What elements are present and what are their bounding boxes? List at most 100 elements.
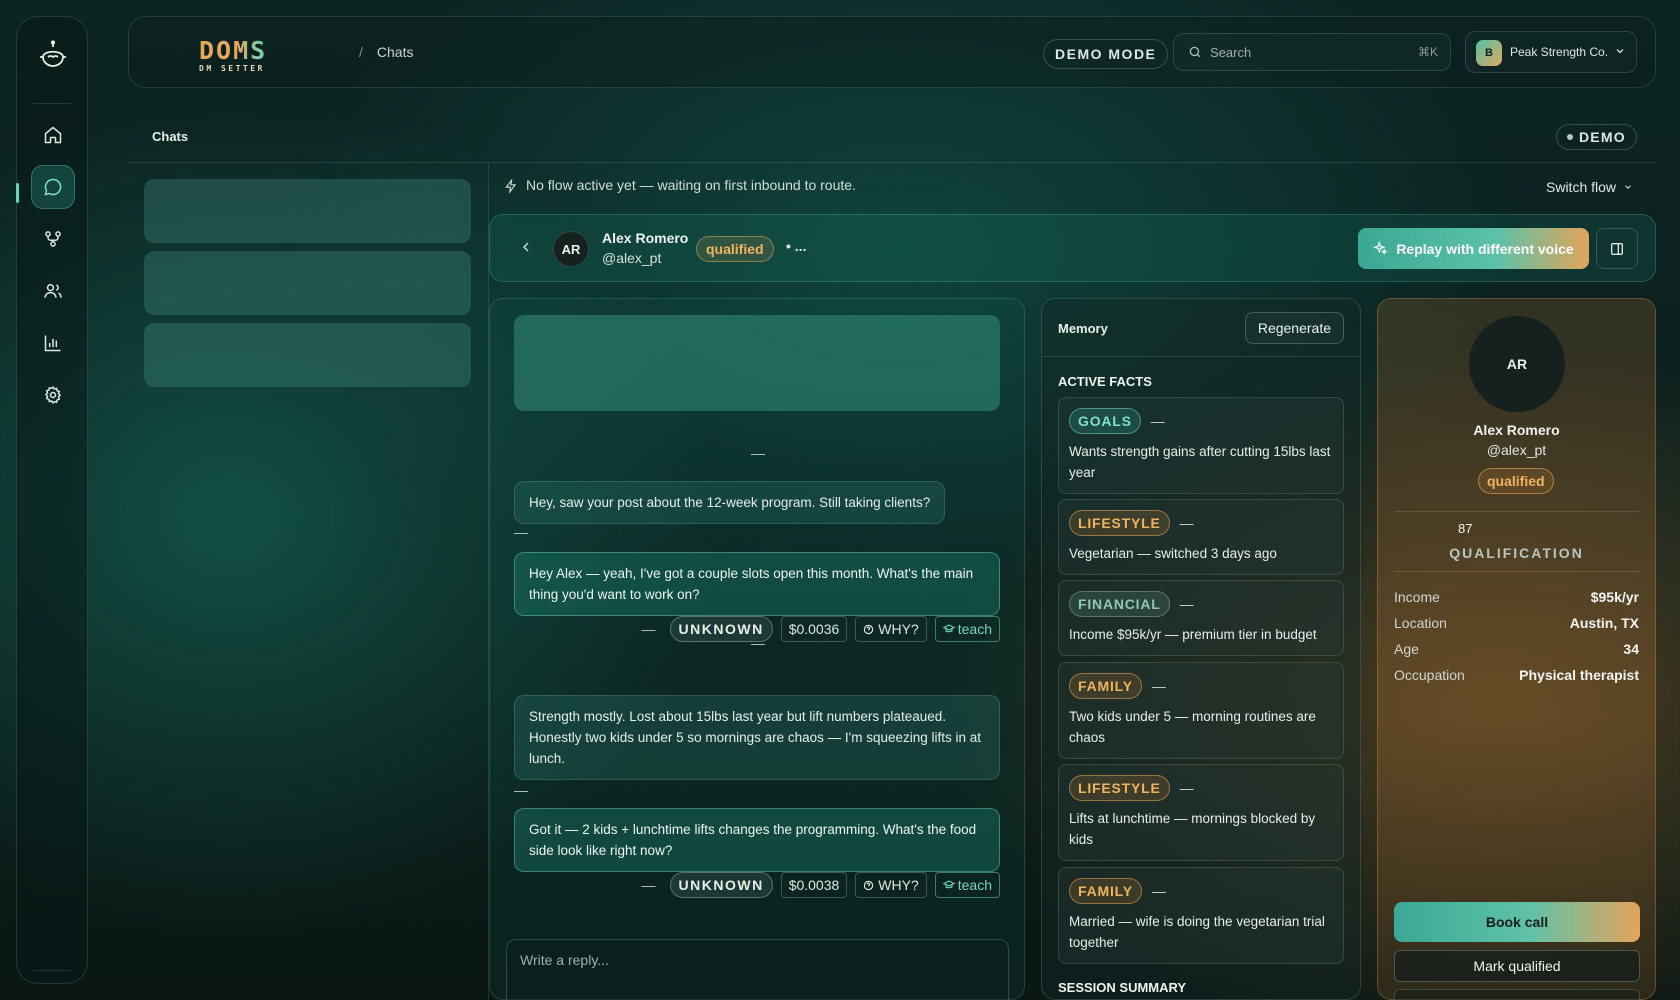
detail-value: 34 bbox=[1623, 641, 1639, 657]
profile-divider bbox=[1394, 511, 1639, 512]
switch-flow-dropdown[interactable]: Switch flow bbox=[1546, 179, 1633, 195]
contact-avatar[interactable]: AR bbox=[553, 231, 589, 267]
cost-chip: $0.0038 bbox=[780, 872, 848, 898]
message-timestamp: — bbox=[641, 877, 656, 893]
brand-logo[interactable]: DOMS DM SETTER bbox=[199, 36, 268, 73]
teach-button[interactable]: teach bbox=[934, 872, 1000, 898]
session-summary-title: SESSION SUMMARY bbox=[1058, 980, 1187, 995]
teach-button[interactable]: teach bbox=[934, 616, 1000, 642]
flow-status-bar: No flow active yet — waiting on first in… bbox=[504, 177, 856, 194]
inbound-message[interactable]: Hey, saw your post about the 12-week pro… bbox=[514, 481, 946, 524]
analytics-icon bbox=[44, 335, 61, 352]
nav-contacts[interactable] bbox=[31, 269, 75, 313]
flow-icon bbox=[45, 231, 61, 247]
message-meta-row: — UNKNOWN $0.0036 WHY? teach bbox=[642, 616, 1000, 642]
fact-category-badge: FAMILY bbox=[1069, 878, 1142, 904]
why-label: WHY? bbox=[878, 621, 919, 637]
flow-status-text: No flow active yet — waiting on first in… bbox=[526, 177, 856, 193]
replay-voice-button[interactable]: Replay with different voice bbox=[1358, 228, 1589, 269]
nav-settings[interactable] bbox=[31, 373, 75, 417]
bot-logo-icon[interactable] bbox=[35, 37, 71, 73]
day-separator: — bbox=[751, 635, 765, 651]
message-skeleton bbox=[514, 315, 1000, 411]
chat-header: AR Alex Romero @alex_pt qualified • ... … bbox=[489, 214, 1656, 282]
why-button[interactable]: WHY? bbox=[855, 616, 927, 642]
fact-card[interactable]: FAMILY — Married — wife is doing the vege… bbox=[1058, 867, 1344, 964]
rail-divider bbox=[33, 103, 71, 104]
fact-category-badge: FINANCIAL bbox=[1069, 591, 1170, 617]
fact-dash: — bbox=[1179, 515, 1194, 531]
active-nav-indicator bbox=[16, 183, 19, 203]
profile-avatar: AR bbox=[1469, 316, 1565, 412]
qualification-score: 87 bbox=[1458, 521, 1473, 536]
fact-card[interactable]: FINANCIAL — Income $95k/yr — premium tier… bbox=[1058, 580, 1344, 656]
breadcrumb-separator: / bbox=[359, 44, 363, 60]
detail-label: Age bbox=[1394, 641, 1419, 657]
search-input[interactable]: Search ⌘K bbox=[1173, 33, 1451, 71]
memory-panel: Memory Regenerate ACTIVE FACTS GOALS — Wa… bbox=[1041, 298, 1361, 1000]
fact-dash: — bbox=[1151, 678, 1166, 694]
reply-input[interactable]: Write a reply... bbox=[506, 939, 1009, 1000]
qualification-label: QUALIFICATION bbox=[1449, 545, 1584, 561]
search-icon bbox=[1189, 46, 1201, 58]
org-switcher[interactable]: B Peak Strength Co. bbox=[1465, 31, 1637, 73]
profile-divider bbox=[1394, 571, 1639, 572]
chat-list-item-skeleton[interactable] bbox=[144, 179, 471, 243]
profile-handle: @alex_pt bbox=[1486, 442, 1547, 458]
breadcrumb-current[interactable]: Chats bbox=[377, 44, 414, 60]
nav-chats[interactable] bbox=[31, 165, 75, 209]
replay-voice-label: Replay with different voice bbox=[1396, 240, 1574, 257]
detail-label: Location bbox=[1394, 615, 1447, 631]
search-placeholder: Search bbox=[1210, 45, 1252, 60]
fact-text: Married — wife is doing the vegetarian t… bbox=[1069, 914, 1325, 950]
book-call-button[interactable]: Book call bbox=[1394, 902, 1640, 942]
chat-list-item-skeleton[interactable] bbox=[144, 251, 471, 315]
users-icon bbox=[44, 284, 62, 298]
conversation-panel: — Hey, saw your post about the 12-week p… bbox=[489, 298, 1025, 1000]
fact-card[interactable]: FAMILY — Two kids under 5 — morning routi… bbox=[1058, 662, 1344, 759]
home-icon bbox=[44, 126, 62, 144]
brand-tagline: DM SETTER bbox=[199, 64, 265, 73]
demo-badge-label: DEMO bbox=[1579, 129, 1626, 145]
nav-analytics[interactable] bbox=[31, 321, 75, 365]
graduation-cap-icon bbox=[942, 624, 955, 633]
outbound-message[interactable]: Got it — 2 kids + lunchtime lifts change… bbox=[514, 808, 1000, 872]
profile-detail-row: Income $95k/yr bbox=[1394, 589, 1639, 605]
fact-text: Wants strength gains after cutting 15lbs… bbox=[1069, 444, 1331, 480]
nav-flows[interactable] bbox=[31, 217, 75, 261]
rail-divider-bottom bbox=[33, 970, 71, 971]
back-chevron-icon[interactable] bbox=[518, 239, 534, 255]
chat-list-item-skeleton[interactable] bbox=[144, 323, 471, 387]
day-separator: — bbox=[751, 445, 765, 461]
active-facts-title: ACTIVE FACTS bbox=[1058, 374, 1152, 389]
detail-value: $95k/yr bbox=[1590, 589, 1639, 605]
toggle-panel-button[interactable] bbox=[1596, 228, 1638, 269]
outbound-message[interactable]: Hey Alex — yeah, I've got a couple slots… bbox=[514, 552, 1000, 616]
brand-name: DOMS bbox=[199, 36, 268, 65]
fact-category-badge: FAMILY bbox=[1069, 673, 1142, 699]
search-shortcut: ⌘K bbox=[1417, 45, 1438, 59]
reply-placeholder: Write a reply... bbox=[520, 952, 609, 968]
fact-dash: — bbox=[1151, 883, 1166, 899]
regenerate-button[interactable]: Regenerate bbox=[1244, 312, 1344, 344]
fact-card[interactable]: LIFESTYLE — Vegetarian — switched 3 days … bbox=[1058, 499, 1344, 575]
org-name: Peak Strength Co. bbox=[1510, 45, 1609, 59]
inbound-message[interactable]: Strength mostly. Lost about 15lbs last y… bbox=[514, 695, 1000, 780]
fact-text: Two kids under 5 — morning routines are … bbox=[1069, 709, 1316, 745]
fact-text: Income $95k/yr — premium tier in budget bbox=[1069, 627, 1317, 642]
teach-label: teach bbox=[957, 621, 992, 637]
nav-home[interactable] bbox=[31, 113, 75, 157]
status-dot bbox=[1567, 134, 1573, 141]
voice-chip[interactable]: UNKNOWN bbox=[669, 872, 773, 898]
why-button[interactable]: WHY? bbox=[855, 872, 927, 898]
fact-card[interactable]: LIFESTYLE — Lifts at lunchtime — mornings… bbox=[1058, 764, 1344, 861]
fact-card[interactable]: GOALS — Wants strength gains after cuttin… bbox=[1058, 397, 1344, 494]
contact-status-badge: qualified bbox=[696, 236, 774, 262]
fact-category-badge: GOALS bbox=[1069, 408, 1141, 434]
sparkle-icon bbox=[1373, 241, 1389, 256]
fact-text: Vegetarian — switched 3 days ago bbox=[1069, 546, 1277, 561]
demo-mode-badge[interactable]: DEMO MODE bbox=[1043, 39, 1169, 69]
mark-qualified-button[interactable]: Mark qualified bbox=[1394, 950, 1640, 982]
secondary-action-button[interactable] bbox=[1394, 989, 1640, 1000]
teach-label: teach bbox=[957, 877, 992, 893]
